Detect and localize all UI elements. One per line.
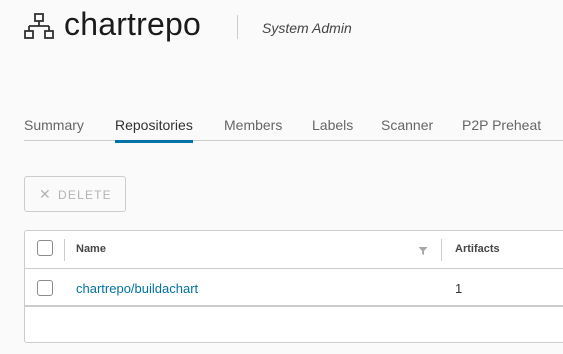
table-header: Name Artifacts <box>25 231 563 269</box>
project-header: chartrepo System Admin <box>24 6 563 48</box>
table-footer <box>25 306 563 342</box>
tab-repositories[interactable]: Repositories <box>115 117 193 143</box>
page-title: chartrepo <box>64 6 201 42</box>
tab-p2p-preheat[interactable]: P2P Preheat <box>462 117 541 133</box>
filter-icon[interactable] <box>418 246 428 256</box>
row-checkbox[interactable] <box>37 280 53 296</box>
close-icon: ✕ <box>39 186 51 202</box>
repository-name-link[interactable]: chartrepo/buildachart <box>76 281 198 296</box>
tab-members[interactable]: Members <box>224 117 282 133</box>
repositories-datagrid: Name Artifacts chartrepo/buildachart 1 <box>24 230 563 343</box>
column-header-artifacts[interactable]: Artifacts <box>455 243 500 255</box>
project-icon <box>24 13 54 39</box>
delete-button-label: DELETE <box>58 188 112 202</box>
tab-labels[interactable]: Labels <box>312 117 353 133</box>
project-tabs: Summary Repositories Members Labels Scan… <box>24 109 563 143</box>
artifacts-count: 1 <box>455 281 463 296</box>
tab-scanner[interactable]: Scanner <box>381 117 433 133</box>
user-role: System Admin <box>262 20 352 36</box>
column-header-name[interactable]: Name <box>76 243 106 255</box>
column-separator[interactable] <box>64 239 65 261</box>
delete-button[interactable]: ✕ DELETE <box>24 176 126 212</box>
select-all-checkbox[interactable] <box>37 240 53 256</box>
table-row: chartrepo/buildachart 1 <box>25 269 563 306</box>
header-divider <box>237 15 238 39</box>
column-separator[interactable] <box>441 239 442 261</box>
tab-summary[interactable]: Summary <box>24 117 84 133</box>
